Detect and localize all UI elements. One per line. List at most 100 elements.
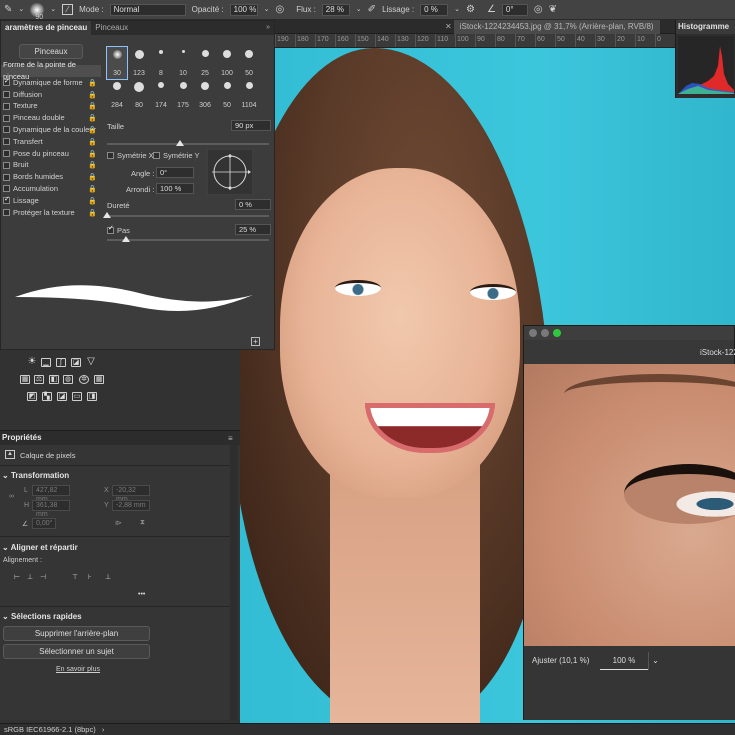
brush-panel-toggle-icon[interactable]: ⁄ xyxy=(62,4,74,15)
photo-filter-icon[interactable]: ◍ xyxy=(63,375,73,384)
align-center-h-icon[interactable]: ⊥ xyxy=(27,573,33,581)
brush-option-item[interactable]: Dynamique de forme🔒 xyxy=(1,76,101,89)
brush-tip[interactable]: 306 xyxy=(195,79,215,111)
chevron-right-icon[interactable]: › xyxy=(102,725,105,734)
size-slider[interactable] xyxy=(107,140,269,146)
brush-tip[interactable]: 80 xyxy=(129,79,149,111)
panel-menu-icon[interactable]: ≡ xyxy=(228,434,233,443)
brush-option-item[interactable]: Lissage🔒 xyxy=(1,194,101,207)
chevron-down-icon[interactable]: ⌄ xyxy=(454,4,460,16)
roundness-field[interactable]: 100 % xyxy=(156,183,194,194)
black-white-icon[interactable]: ◧ xyxy=(49,375,59,384)
channel-mixer-icon[interactable]: ✲ xyxy=(79,375,89,384)
posterize-icon[interactable]: ▚ xyxy=(42,392,52,401)
size-slider-thumb[interactable] xyxy=(175,140,184,146)
flip-y-checkbox[interactable]: Symétrie Y xyxy=(153,151,200,160)
new-brush-icon[interactable]: + xyxy=(251,337,260,346)
y-field[interactable]: -2,88 mm xyxy=(112,500,150,511)
brush-tip[interactable]: 1104 xyxy=(239,79,259,111)
zoom-level-field[interactable]: 100 % xyxy=(600,652,648,670)
flip-vertical-icon[interactable]: ⧗ xyxy=(140,519,145,527)
hardness-field[interactable]: 0 % xyxy=(235,199,271,210)
brush-tip[interactable]: 25 xyxy=(195,47,215,79)
symmetry-icon[interactable]: ❦ xyxy=(549,4,557,16)
brush-option-item[interactable]: Pose du pinceau 🔒 xyxy=(1,148,101,160)
align-center-v-icon[interactable]: ⊦ xyxy=(88,573,92,581)
learn-more-link[interactable]: En savoir plus xyxy=(56,666,100,673)
brush-tip[interactable]: 174 xyxy=(151,79,171,111)
tab-brushes[interactable]: Pinceaux xyxy=(91,21,132,35)
brush-option-checkbox[interactable] xyxy=(3,208,10,216)
brush-option-checkbox[interactable] xyxy=(3,173,10,181)
brush-tip[interactable]: 100 xyxy=(217,47,237,79)
spacing-slider[interactable] xyxy=(107,236,269,242)
brush-option-checkbox[interactable] xyxy=(3,138,10,146)
brightness-icon[interactable]: ☀ xyxy=(27,357,37,367)
opacity-field[interactable]: 100 % xyxy=(229,3,258,16)
align-section-title[interactable]: ⌄ Aligner et répartir xyxy=(2,543,78,552)
mode-select[interactable]: Normal xyxy=(109,3,186,16)
color-lookup-icon[interactable]: ▦ xyxy=(94,375,104,384)
brushes-button[interactable]: Pinceaux xyxy=(19,44,83,59)
flow-field[interactable]: 28 % xyxy=(321,3,350,16)
brush-tip[interactable]: 8 xyxy=(151,47,171,79)
properties-scrollbar[interactable] xyxy=(230,445,238,721)
angle-field[interactable]: 0,00° xyxy=(32,518,56,529)
threshold-icon[interactable]: ◪ xyxy=(57,392,67,401)
smoothing-field[interactable]: 0 % xyxy=(420,3,449,16)
color-balance-icon[interactable]: ⚖ xyxy=(34,375,44,384)
brush-option-checkbox[interactable] xyxy=(3,90,10,98)
flip-x-checkbox[interactable]: Symétrie X xyxy=(107,151,154,160)
brush-tip[interactable]: 175 xyxy=(173,79,193,111)
brush-preset-picker[interactable]: 90 xyxy=(30,2,45,19)
window-minimize-button[interactable] xyxy=(541,329,549,337)
brush-option-checkbox[interactable] xyxy=(3,102,10,110)
chevron-down-icon[interactable]: ⌄ xyxy=(648,652,662,670)
brush-tip[interactable]: 50 xyxy=(217,79,237,111)
brush-option-item[interactable]: Transfert 🔒 xyxy=(1,136,101,148)
brush-tool-icon[interactable]: ✎ xyxy=(4,4,12,16)
brush-option-checkbox[interactable] xyxy=(3,126,10,134)
pressure-size-icon[interactable]: ◎ xyxy=(534,4,543,16)
spacing-checkbox[interactable]: Pas xyxy=(107,224,130,235)
exposure-icon[interactable]: ◪ xyxy=(71,358,81,367)
chevron-down-icon[interactable]: ⌄ xyxy=(356,4,362,16)
remove-background-button[interactable]: Supprimer l'arrière-plan xyxy=(3,626,150,641)
pressure-opacity-icon[interactable]: ◎ xyxy=(276,4,285,16)
window-close-button[interactable] xyxy=(529,329,537,337)
chevron-down-icon[interactable]: ⌄ xyxy=(264,4,270,16)
airbrush-icon[interactable]: ✐ xyxy=(368,4,376,16)
hardness-slider[interactable] xyxy=(103,212,269,218)
flip-y-box[interactable] xyxy=(153,152,160,159)
brush-option-item[interactable]: Texture 🔒 xyxy=(1,100,101,112)
brush-option-item[interactable]: Protéger la texture 🔒 xyxy=(1,207,101,219)
x-field[interactable]: -20,32 mm xyxy=(112,485,150,503)
hue-saturation-icon[interactable]: ▦ xyxy=(20,375,30,384)
brush-option-item[interactable]: Forme de la pointe de pinceau xyxy=(1,60,101,81)
angle-field[interactable]: 0° xyxy=(501,3,528,16)
vibrance-icon[interactable]: ▽ xyxy=(86,357,96,367)
brush-tip[interactable]: 284 xyxy=(107,79,127,111)
brush-option-checkbox[interactable] xyxy=(3,76,10,88)
select-subject-button[interactable]: Sélectionner un sujet xyxy=(3,644,150,659)
spacing-slider-thumb[interactable] xyxy=(122,236,131,242)
brush-tip[interactable]: 10 xyxy=(173,47,193,79)
spacing-box[interactable] xyxy=(107,224,114,234)
brush-option-checkbox[interactable] xyxy=(3,149,10,157)
brush-tip[interactable]: 30 xyxy=(106,46,128,80)
document-tab[interactable]: iStock-1224234453.jpg @ 31,7% (Arrière-p… xyxy=(453,19,660,34)
brush-angle-preview[interactable] xyxy=(207,149,253,195)
brush-option-checkbox[interactable] xyxy=(3,185,10,193)
fit-zoom-button[interactable]: Ajuster (10,1 %) xyxy=(532,652,589,670)
levels-icon[interactable]: ▁ xyxy=(41,358,51,367)
brush-tip[interactable]: 123 xyxy=(129,47,149,79)
flip-horizontal-icon[interactable]: ⧐ xyxy=(115,519,122,527)
size-field[interactable]: 90 px xyxy=(231,120,271,131)
link-icon[interactable]: ∞ xyxy=(9,493,14,500)
align-left-icon[interactable]: ⊢ xyxy=(14,573,20,581)
brush-tip[interactable]: 50 xyxy=(239,47,259,79)
quick-actions-section-title[interactable]: ⌄ Sélections rapides xyxy=(2,612,82,621)
collapse-icon[interactable]: » xyxy=(262,21,274,35)
brush-option-checkbox[interactable] xyxy=(3,114,10,122)
brush-option-item[interactable]: Bruit 🔒 xyxy=(1,159,101,171)
